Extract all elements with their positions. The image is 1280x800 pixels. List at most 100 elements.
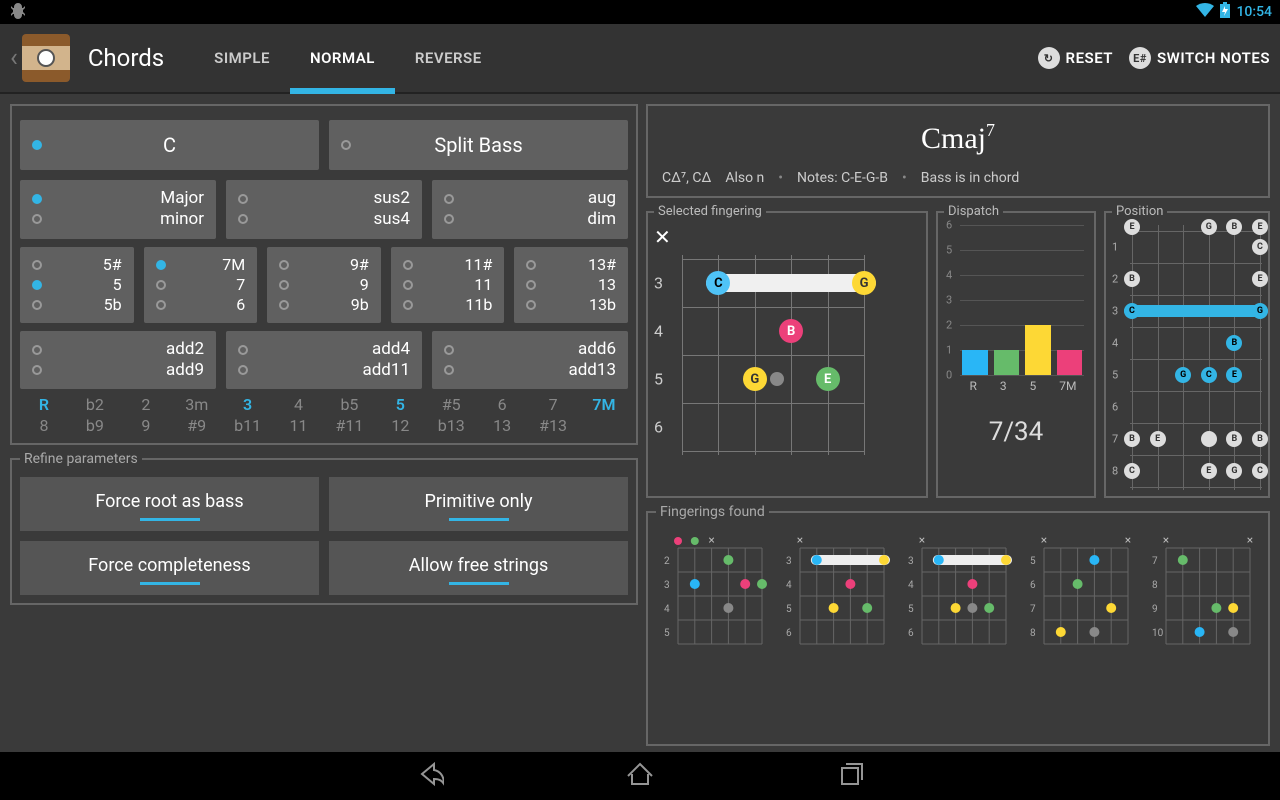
add-2-9[interactable]: add2add9 [20,331,216,390]
ext-5[interactable]: 5#55b [20,247,134,323]
clock: 10:54 [1236,4,1272,20]
switch-notes-label: SWITCH NOTES [1157,49,1270,67]
back-button[interactable]: ‹ [10,34,70,82]
chord-bass: Bass is in chord [921,170,1020,186]
position-panel: Position 12345678EGBECBECGBGCEBEBBCEGC [1104,204,1270,498]
radio-icon [32,140,42,150]
quality-aug-dim[interactable]: augdim [432,180,628,239]
root-note-label: C [163,133,176,157]
tab-reverse[interactable]: REVERSE [395,24,502,92]
fingering-grid[interactable]: 3456CGBGE [654,255,864,455]
switch-notes-button[interactable]: E# SWITCH NOTES [1129,47,1270,69]
tab-simple[interactable]: SIMPLE [194,24,290,92]
svg-text:×: × [1247,533,1253,547]
svg-text:2: 2 [664,556,670,567]
split-bass-label: Split Bass [434,133,522,157]
svg-text:9: 9 [1152,604,1158,615]
svg-text:10: 10 [1152,628,1164,639]
fingering-thumb[interactable]: × × 5 6 7 8 [1022,530,1134,655]
app-bar: ‹ Chords SIMPLE NORMAL REVERSE ↻ RESET E… [0,24,1280,94]
dispatch-chart: 6543210 [944,225,1088,375]
chord-also: Also n [725,170,764,186]
back-caret-icon: ‹ [10,43,18,73]
reset-button[interactable]: ↻ RESET [1038,47,1113,69]
chord-notes: Notes: C-E-G-B [797,170,888,186]
svg-text:6: 6 [908,628,914,639]
svg-text:6: 6 [786,628,792,639]
dispatch-xlabels: R357M [944,375,1088,397]
quality-sus[interactable]: sus2sus4 [226,180,422,239]
svg-text:×: × [708,533,714,547]
radio-icon [341,140,351,150]
svg-text:5: 5 [664,628,670,639]
main-content: C Split Bass Majorminor sus2sus4 [0,94,1280,752]
svg-text:5: 5 [1030,556,1036,567]
selected-legend: Selected fingering [654,204,766,219]
app-title: Chords [88,44,164,72]
android-statusbar: 10:54 [0,0,1280,24]
nav-home[interactable] [624,758,656,794]
root-note-selector[interactable]: C [20,120,319,170]
svg-text:×: × [919,533,925,547]
chord-name: Cmaj7 [658,112,1258,170]
refine-legend: Refine parameters [20,451,142,467]
chord-alt: CΔ⁷, CΔ [662,170,711,186]
svg-text:4: 4 [908,580,914,591]
selected-fingering-panel: Selected fingering ✕ 3456CGBGE [646,204,928,498]
add-6-13[interactable]: add6add13 [432,331,628,390]
fingering-thumb[interactable]: × 2 3 4 5 [656,530,768,655]
ext-7[interactable]: 7M76 [144,247,258,323]
ext-13[interactable]: 13#1313b [514,247,628,323]
svg-text:×: × [1163,533,1169,547]
svg-text:×: × [797,533,803,547]
svg-text:×: × [1125,533,1131,547]
svg-text:8: 8 [1152,580,1158,591]
chord-result-panel: Cmaj7 CΔ⁷, CΔ Also n • Notes: C-E-G-B • … [646,104,1270,198]
ext-11[interactable]: 11#1111b [391,247,505,323]
app-icon [22,34,70,82]
dispatch-panel: Dispatch 6543210 R357M 7/34 [936,204,1096,498]
fingerings-found-panel: Fingerings found ×2345×3456×3456××5678××… [646,504,1270,746]
allow-free-strings-button[interactable]: Allow free strings [329,541,628,595]
refine-panel: Refine parameters Force root as bass Pri… [10,451,638,605]
debug-icon [8,1,28,23]
svg-text:8: 8 [1030,628,1036,639]
force-root-bass-button[interactable]: Force root as bass [20,477,319,531]
fingering-thumb[interactable]: ×3456 [900,530,1012,655]
nav-back[interactable] [412,758,444,794]
chord-info-row[interactable]: CΔ⁷, CΔ Also n • Notes: C-E-G-B • Bass i… [658,170,1258,192]
position-legend: Position [1112,204,1167,219]
svg-text:7: 7 [1030,604,1036,615]
svg-text:7: 7 [1152,556,1158,567]
nav-recent[interactable] [836,758,868,794]
fingerings-thumbs[interactable]: ×2345×3456×3456××5678××78910 [656,530,1260,660]
ext-9[interactable]: 9#99b [267,247,381,323]
svg-text:3: 3 [664,580,670,591]
primitive-only-button[interactable]: Primitive only [329,477,628,531]
fingering-counter[interactable]: 7/34 [944,397,1088,455]
android-navbar [0,752,1280,800]
quality-major-minor[interactable]: Majorminor [20,180,216,239]
svg-text:5: 5 [786,604,792,615]
reset-label: RESET [1066,49,1113,67]
clear-fingering-icon[interactable]: ✕ [654,225,920,249]
svg-text:4: 4 [786,580,792,591]
svg-text:5: 5 [908,604,914,615]
chord-builder-panel: C Split Bass Majorminor sus2sus4 [10,104,638,445]
position-grid[interactable]: 12345678EGBECBECGBGCEBEBBCEGC [1112,225,1262,490]
force-completeness-button[interactable]: Force completeness [20,541,319,595]
svg-text:6: 6 [1030,580,1036,591]
mode-tabs: SIMPLE NORMAL REVERSE [194,24,502,92]
svg-text:3: 3 [786,556,792,567]
tab-normal[interactable]: NORMAL [290,24,395,92]
svg-text:×: × [1041,533,1047,547]
dispatch-legend: Dispatch [944,204,1003,219]
wifi-icon [1196,3,1214,21]
add-4-11[interactable]: add4add11 [226,331,422,390]
fingering-thumb[interactable]: × 3 4 5 6 [778,530,890,655]
fingering-thumb[interactable]: × × 7 8 9 10 [1144,530,1256,655]
svg-text:4: 4 [664,604,670,615]
degree-strip[interactable]: R8b2b9293m#93b11411b5#11512#5b136137#137… [20,389,628,435]
split-bass-selector[interactable]: Split Bass [329,120,628,170]
battery-icon [1220,2,1230,22]
